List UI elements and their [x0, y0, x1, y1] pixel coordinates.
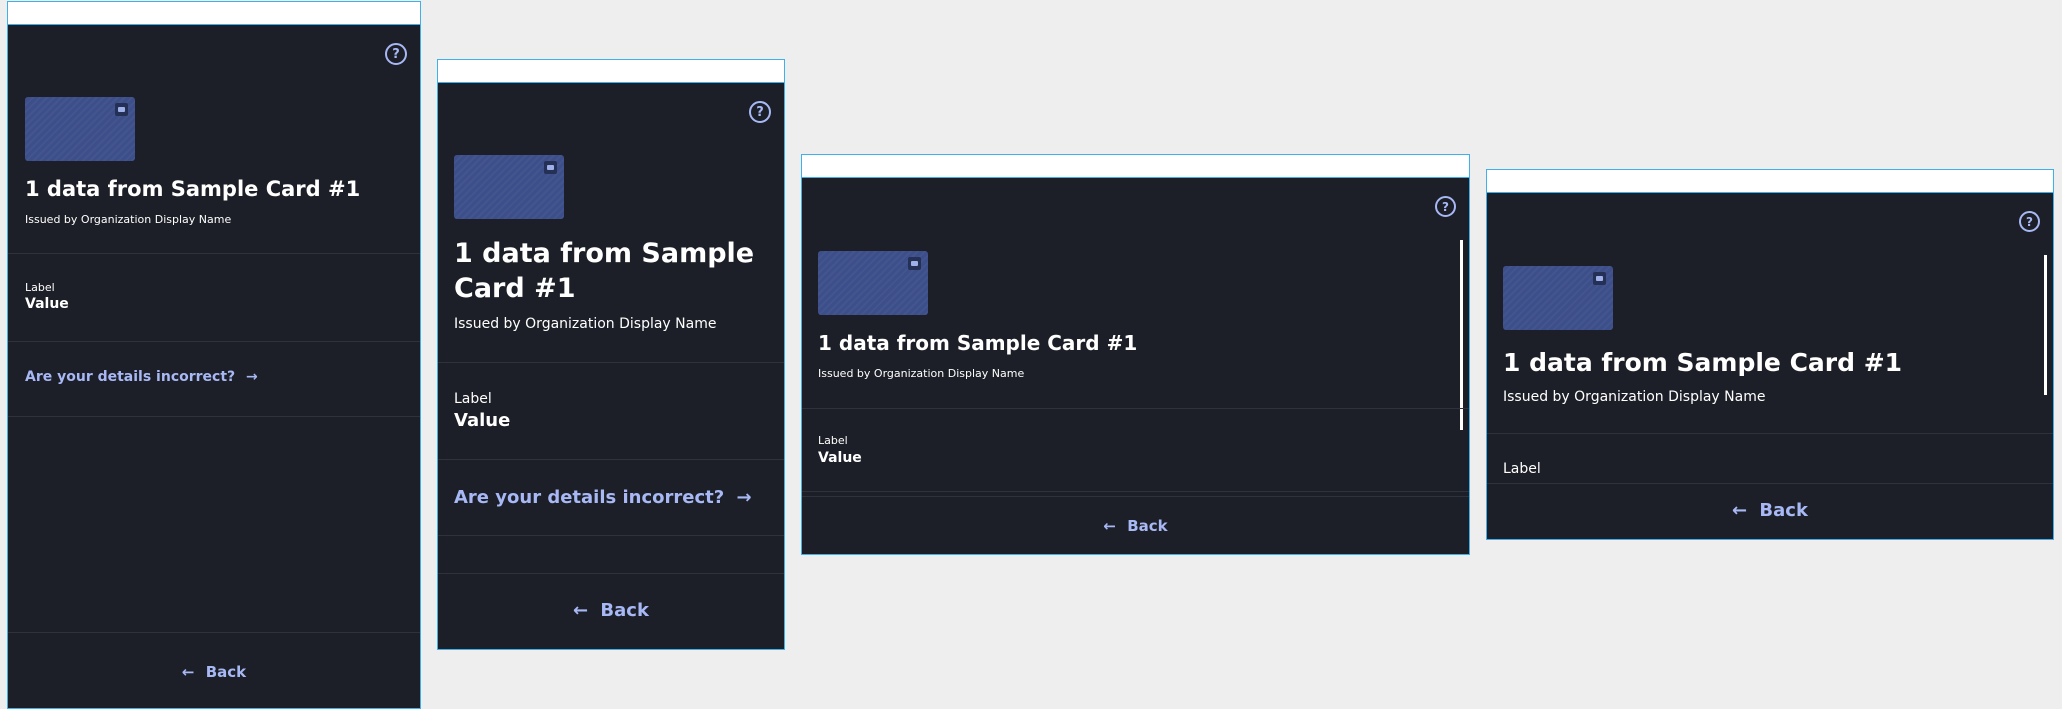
arrow-right-icon: → — [246, 369, 258, 385]
field-value: Value — [25, 296, 69, 312]
details-incorrect-link[interactable]: Are your details incorrect? → — [25, 369, 258, 385]
page-title: 1 data from Sample Card #1 — [454, 236, 754, 306]
arrow-left-icon: ← — [1732, 500, 1748, 521]
frame-label: pixel2_landscape — [802, 155, 1469, 178]
card-image — [818, 251, 928, 315]
issuer-text: Issued by Organization Display Name — [25, 213, 232, 226]
divider — [8, 341, 420, 342]
card-issuer-logo-icon — [1593, 272, 1606, 285]
screen: ? 1 data from Sample Card #1 Issued by O… — [8, 25, 420, 708]
back-button[interactable]: ← Back — [802, 517, 1469, 535]
screen: ? 1 data from Sample Card #1 Issued by O… — [438, 83, 784, 649]
frame-pixel2-portrait: pixel2_portrait ? 1 data from Sample Car… — [7, 1, 421, 709]
issuer-text: Issued by Organization Display Name — [454, 316, 717, 332]
help-circle-icon[interactable]: ? — [1435, 196, 1456, 217]
back-button[interactable]: ← Back — [8, 663, 420, 681]
card-image — [25, 97, 135, 161]
issuer-text: Issued by Organization Display Name — [1503, 389, 1766, 405]
help-circle-icon[interactable]: ? — [2019, 211, 2040, 232]
page-title-line: 1 data from Sample — [454, 238, 755, 269]
card-image — [1503, 266, 1613, 330]
frame-pixel2-portrait-large: pixel2_portrait_large ? 1 data from Samp… — [437, 59, 785, 650]
divider — [802, 408, 1469, 409]
back-button[interactable]: ← Back — [438, 600, 784, 621]
page-title-line: Card #1 — [454, 273, 576, 304]
card-issuer-logo-icon — [908, 257, 921, 270]
page-title: 1 data from Sample Card #1 — [25, 177, 361, 201]
divider — [1487, 483, 2053, 484]
divider — [8, 253, 420, 254]
card-issuer-logo-icon — [115, 103, 128, 116]
back-button[interactable]: ← Back — [1487, 500, 2053, 521]
back-label: Back — [1759, 500, 1808, 521]
scrollbar[interactable] — [1460, 240, 1463, 430]
field-label: Label — [454, 391, 492, 407]
field-label: Label — [818, 434, 848, 447]
help-circle-icon[interactable]: ? — [385, 43, 407, 65]
divider — [438, 459, 784, 460]
frame-label: pixel2_portrait_large — [438, 60, 784, 83]
field-value: Value — [454, 410, 511, 431]
back-label: Back — [1127, 517, 1168, 535]
arrow-left-icon: ← — [181, 663, 195, 681]
divider — [8, 632, 420, 633]
arrow-left-icon: ← — [1103, 517, 1116, 535]
card-image — [454, 155, 564, 219]
field-label: Label — [25, 281, 55, 294]
divider — [8, 416, 420, 417]
frame-label: pixel2_portrait — [8, 2, 420, 25]
screen: ? 1 data from Sample Card #1 Issued by O… — [1487, 193, 2053, 539]
help-circle-icon[interactable]: ? — [749, 101, 771, 123]
page-title: 1 data from Sample Card #1 — [818, 331, 1138, 355]
details-incorrect-label: Are your details incorrect? — [25, 369, 236, 385]
field-value: Value — [818, 450, 862, 466]
divider — [802, 496, 1469, 497]
divider — [438, 362, 784, 363]
frame-pixel2-landscape: pixel2_landscape ? 1 data from Sample Ca… — [801, 154, 1470, 555]
screen: ? 1 data from Sample Card #1 Issued by O… — [802, 178, 1469, 554]
details-incorrect-label: Are your details incorrect? — [454, 487, 725, 508]
frame-label: pixel2_landscape_large — [1487, 170, 2053, 193]
arrow-left-icon: ← — [573, 600, 589, 621]
page-title: 1 data from Sample Card #1 — [1503, 348, 1903, 377]
back-label: Back — [205, 663, 247, 681]
divider — [1487, 433, 2053, 434]
field-label: Label — [1503, 461, 1541, 477]
arrow-right-icon: → — [736, 487, 752, 508]
frame-pixel2-landscape-large: pixel2_landscape_large ? 1 data from Sam… — [1486, 169, 2054, 540]
issuer-text: Issued by Organization Display Name — [818, 367, 1025, 380]
scrollbar[interactable] — [2044, 255, 2047, 395]
divider — [438, 573, 784, 574]
divider — [802, 491, 1469, 492]
divider — [438, 535, 784, 536]
card-issuer-logo-icon — [544, 161, 557, 174]
back-label: Back — [600, 600, 649, 621]
details-incorrect-link[interactable]: Are your details incorrect? → — [454, 487, 752, 508]
